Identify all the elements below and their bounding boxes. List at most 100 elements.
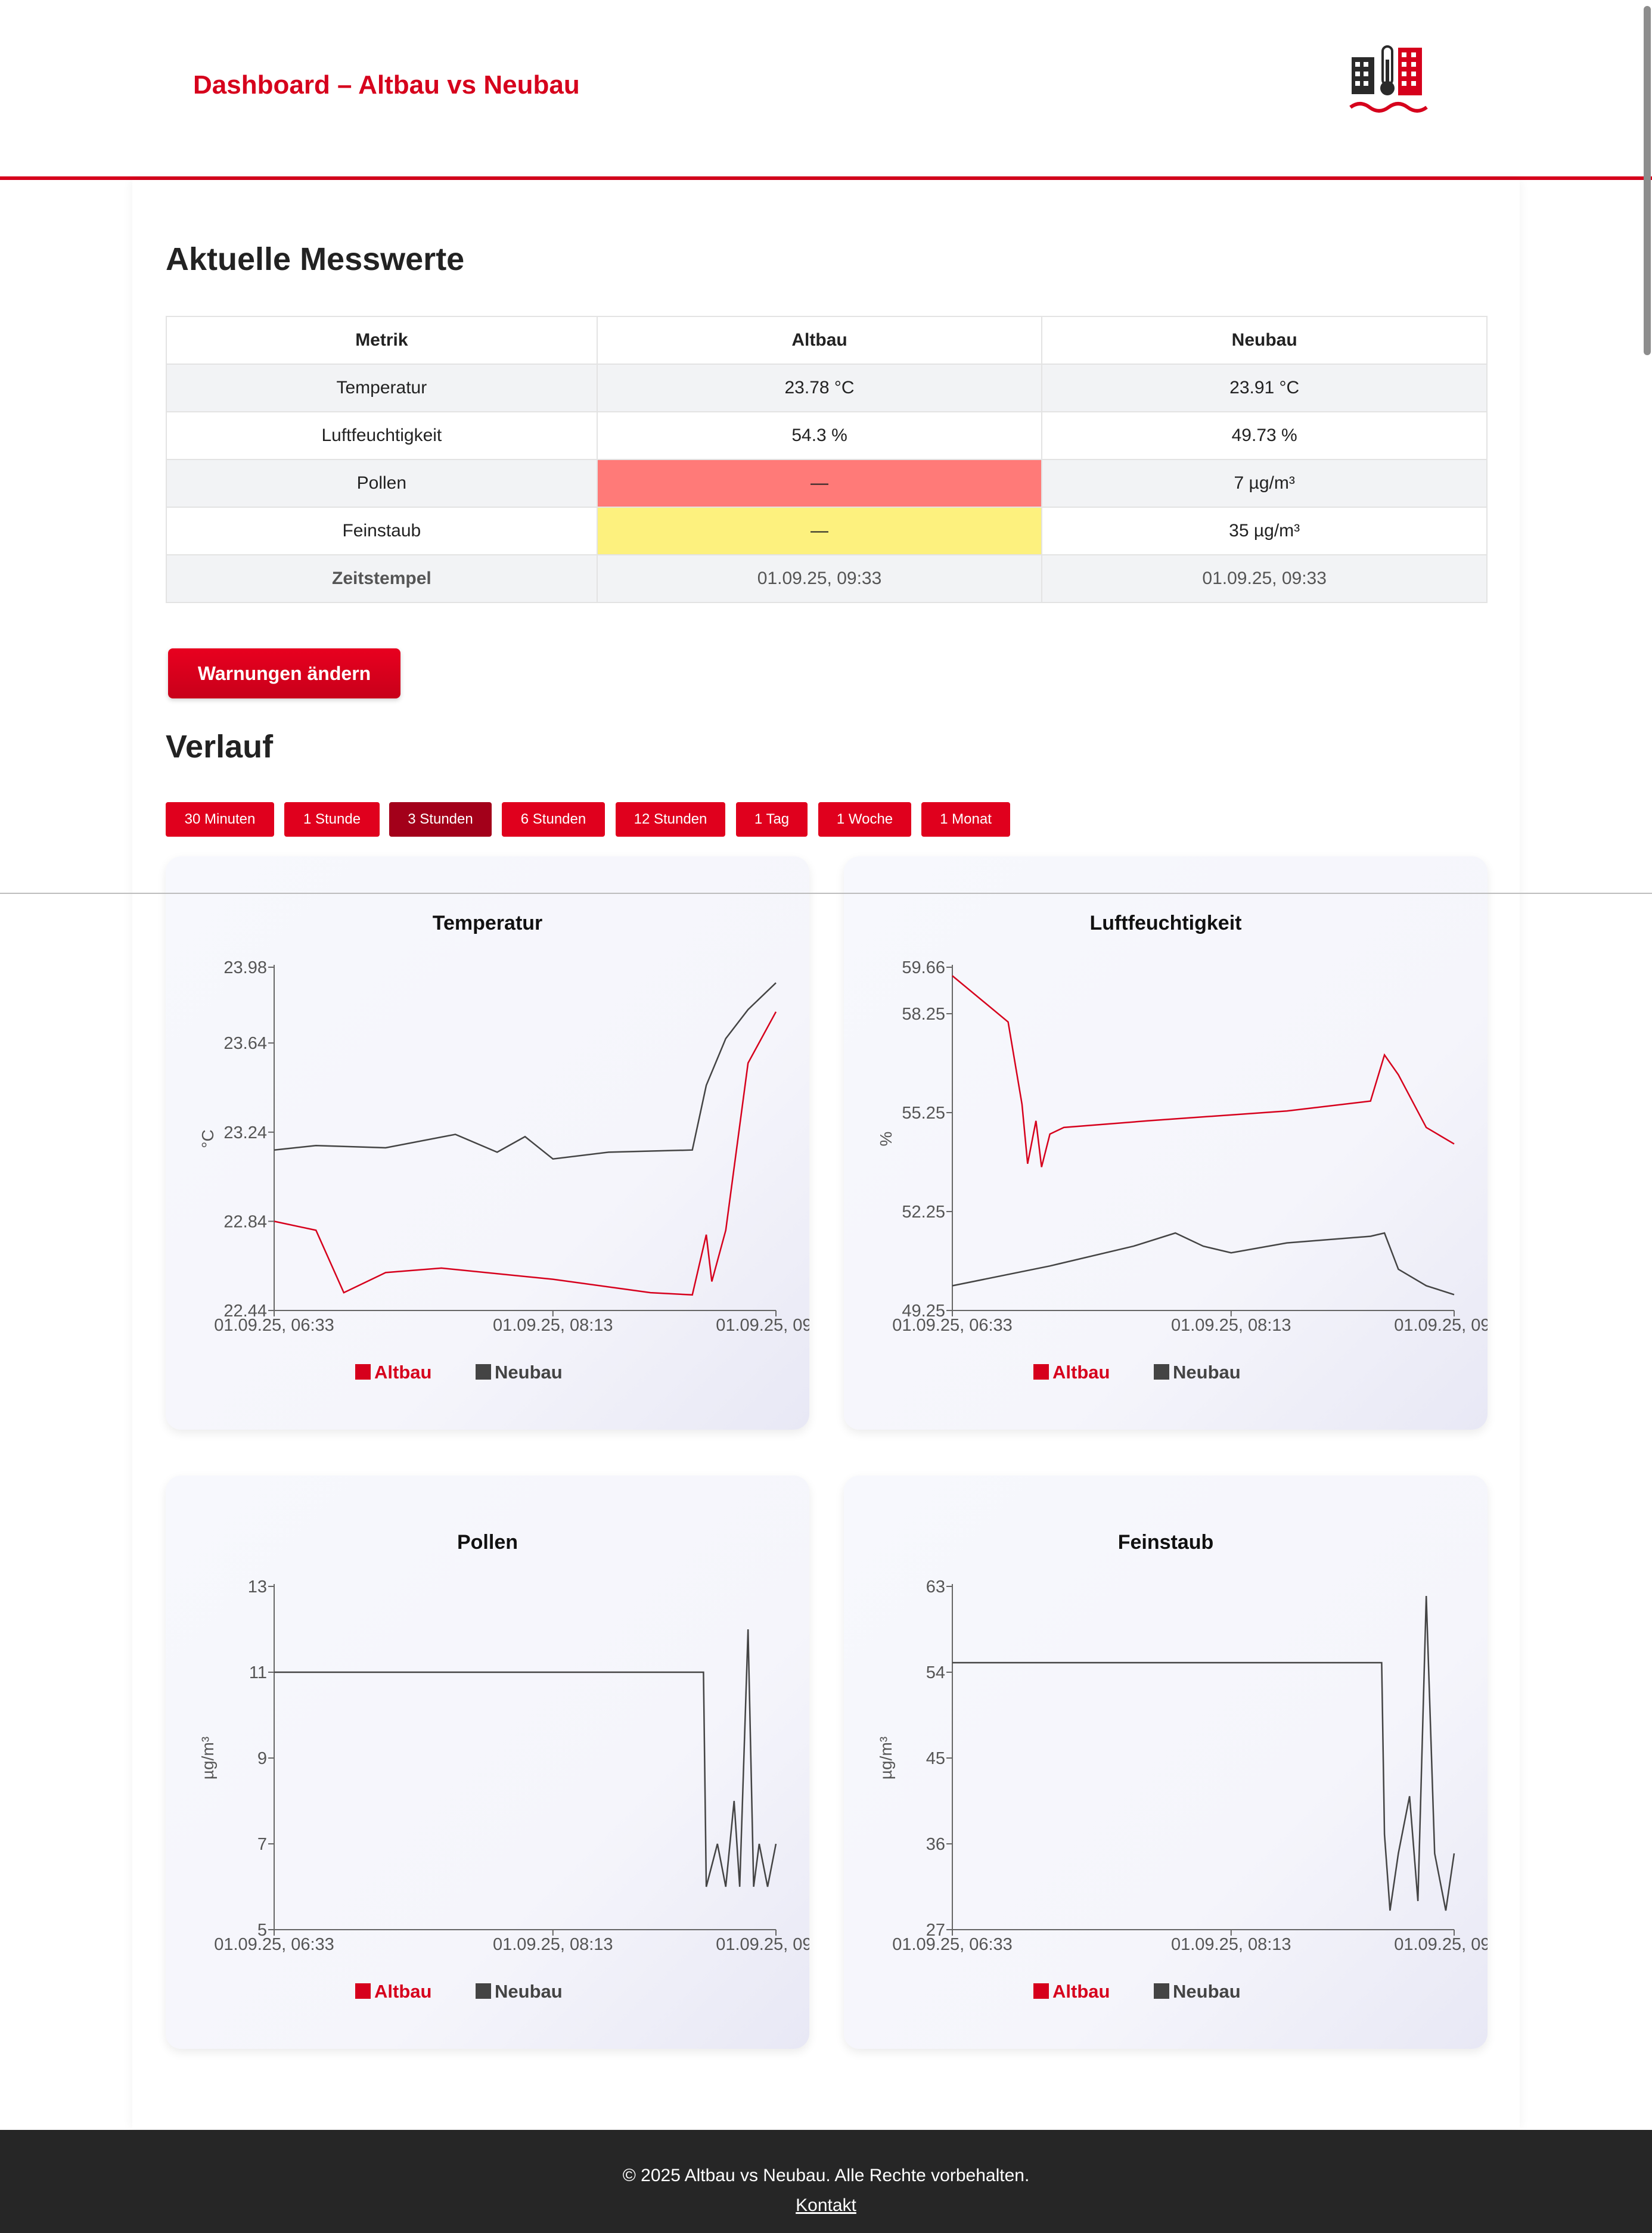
table-header-row: Metrik Altbau Neubau bbox=[166, 316, 1488, 365]
altbau-timestamp: 01.09.25, 09:33 bbox=[596, 554, 1043, 603]
range-button-1-week[interactable]: 1 Woche bbox=[818, 802, 911, 837]
neubau-timestamp: 01.09.25, 09:33 bbox=[1041, 554, 1488, 603]
history-heading: Verlauf bbox=[166, 729, 274, 765]
temperatur-chart: Temperatur22.4422.8423.2423.6423.9801.09… bbox=[198, 912, 809, 1383]
altbau-value: 54.3 % bbox=[596, 411, 1043, 460]
y-tick-label: 52.25 bbox=[902, 1203, 945, 1222]
legend-swatch-altbau bbox=[1033, 1983, 1049, 1999]
legend-label-altbau: Altbau bbox=[1052, 1362, 1110, 1383]
y-tick-label: 63 bbox=[926, 1577, 945, 1597]
scrollbar-thumb[interactable] bbox=[1644, 6, 1651, 355]
y-tick-label: 36 bbox=[926, 1835, 945, 1854]
altbau-value-warning: — bbox=[596, 459, 1043, 508]
x-tick-label: 01.09.25, 09:33 bbox=[1394, 1316, 1488, 1335]
series-line-neubau bbox=[952, 1595, 1455, 1911]
y-tick-label: 59.66 bbox=[902, 958, 945, 977]
chart-card-temperatur: Temperatur 22.44 22.84 23.24 23.64 23.98 01.09… bbox=[166, 856, 809, 1430]
contact-link[interactable]: Kontakt bbox=[796, 2195, 856, 2215]
neubau-value: 23.91 °C bbox=[1041, 364, 1488, 412]
x-tick-label: 01.09.25, 09:33 bbox=[1394, 1935, 1488, 1954]
legend-swatch-neubau bbox=[1154, 1983, 1169, 1999]
y-tick-label: 23.24 bbox=[223, 1123, 267, 1142]
metric-name: Temperatur bbox=[166, 364, 598, 412]
y-tick-label: 13 bbox=[248, 1577, 267, 1597]
x-tick-label: 01.09.25, 06:33 bbox=[214, 1935, 334, 1954]
table-row: Luftfeuchtigkeit 54.3 % 49.73 % bbox=[166, 411, 1488, 460]
legend-swatch-altbau bbox=[355, 1364, 371, 1380]
y-tick-label: 45 bbox=[926, 1749, 945, 1768]
series-line-neubau bbox=[274, 982, 777, 1160]
footer-copyright: © 2025 Altbau vs Neubau. Alle Rechte vor… bbox=[622, 2166, 1030, 2185]
legend-swatch-neubau bbox=[476, 1364, 491, 1380]
range-button-12-hours[interactable]: 12 Stunden bbox=[616, 802, 725, 837]
altbau-value: 23.78 °C bbox=[596, 364, 1043, 412]
chart-title: Luftfeuchtigkeit bbox=[1090, 912, 1242, 934]
legend-swatch-altbau bbox=[1033, 1364, 1049, 1380]
legend-swatch-neubau bbox=[1154, 1364, 1169, 1380]
range-button-30-minutes[interactable]: 30 Minuten bbox=[166, 802, 274, 837]
y-axis-label: µg/m³ bbox=[198, 1737, 217, 1779]
building-thermometer-logo-icon bbox=[1349, 45, 1428, 113]
chart-card-pollen: Pollen 5 7 9 11 13 01.09.25, 06:33 01.09.25, 08… bbox=[166, 1476, 809, 2049]
column-header: Neubau bbox=[1041, 316, 1488, 365]
chart-card-luftfeuchtigkeit: Luftfeuchtigkeit 49.25 52.25 55.25 58.25 59.6… bbox=[844, 856, 1488, 1430]
luftfeuchtigkeit-chart: Luftfeuchtigkeit49.2552.2555.2558.2559.6… bbox=[877, 912, 1488, 1383]
legend-swatch-neubau bbox=[476, 1983, 491, 1999]
y-tick-label: 55.25 bbox=[902, 1104, 945, 1123]
table-row: Feinstaub — 35 µg/m³ bbox=[166, 507, 1488, 555]
metric-name: Feinstaub bbox=[166, 507, 598, 555]
series-line-altbau bbox=[952, 975, 1455, 1167]
metric-name: Luftfeuchtigkeit bbox=[166, 411, 598, 460]
legend-label-altbau: Altbau bbox=[374, 1981, 431, 2002]
table-row: Zeitstempel 01.09.25, 09:33 01.09.25, 09… bbox=[166, 554, 1488, 603]
x-tick-label: 01.09.25, 06:33 bbox=[214, 1316, 334, 1335]
table-row: Temperatur 23.78 °C 23.91 °C bbox=[166, 364, 1488, 412]
y-axis-label: µg/m³ bbox=[877, 1737, 895, 1779]
series-line-neubau bbox=[952, 1232, 1455, 1296]
x-tick-label: 01.09.25, 06:33 bbox=[892, 1935, 1013, 1954]
y-tick-label: 54 bbox=[926, 1663, 945, 1682]
range-button-1-day[interactable]: 1 Tag bbox=[736, 802, 808, 837]
range-button-3-hours[interactable]: 3 Stunden bbox=[389, 802, 492, 837]
x-tick-label: 01.09.25, 09:33 bbox=[716, 1316, 809, 1335]
y-tick-label: 9 bbox=[257, 1749, 267, 1768]
series-line-altbau bbox=[274, 1011, 777, 1296]
x-tick-label: 01.09.25, 09:33 bbox=[716, 1935, 809, 1954]
y-axis-label: °C bbox=[198, 1129, 217, 1148]
column-header: Metrik bbox=[166, 316, 598, 365]
chart-title: Temperatur bbox=[433, 912, 543, 934]
legend-label-neubau: Neubau bbox=[1173, 1981, 1241, 2002]
y-tick-label: 23.98 bbox=[223, 958, 267, 977]
column-header: Altbau bbox=[596, 316, 1043, 365]
neubau-value: 35 µg/m³ bbox=[1041, 507, 1488, 555]
range-button-1-month[interactable]: 1 Monat bbox=[921, 802, 1010, 837]
legend-label-altbau: Altbau bbox=[374, 1362, 431, 1383]
x-tick-label: 01.09.25, 08:13 bbox=[1171, 1316, 1291, 1335]
altbau-value-warning: — bbox=[596, 507, 1043, 555]
x-tick-label: 01.09.25, 08:13 bbox=[493, 1316, 613, 1335]
chart-card-feinstaub: Feinstaub 27 36 45 54 63 01.09.25, 06:33 01.09.… bbox=[844, 1476, 1488, 2049]
neubau-value: 7 µg/m³ bbox=[1041, 459, 1488, 508]
y-tick-label: 22.84 bbox=[223, 1212, 267, 1231]
table-row: Pollen — 7 µg/m³ bbox=[166, 459, 1488, 508]
page-header: Dashboard – Altbau vs Neubau bbox=[0, 0, 1652, 180]
divider-line bbox=[0, 893, 1652, 894]
change-warnings-button[interactable]: Warnungen ändern bbox=[168, 648, 400, 698]
range-button-6-hours[interactable]: 6 Stunden bbox=[502, 802, 605, 837]
x-tick-label: 01.09.25, 08:13 bbox=[493, 1935, 613, 1954]
y-tick-label: 58.25 bbox=[902, 1005, 945, 1024]
y-tick-label: 11 bbox=[249, 1663, 267, 1682]
range-button-1-hour[interactable]: 1 Stunde bbox=[284, 802, 380, 837]
legend-label-neubau: Neubau bbox=[1173, 1362, 1241, 1383]
neubau-value: 49.73 % bbox=[1041, 411, 1488, 460]
legend-label-neubau: Neubau bbox=[495, 1981, 563, 2002]
current-values-table: Metrik Altbau Neubau Temperatur 23.78 °C… bbox=[166, 316, 1488, 603]
y-tick-label: 23.64 bbox=[223, 1034, 267, 1053]
y-axis-label: % bbox=[877, 1132, 895, 1147]
metric-name: Pollen bbox=[166, 459, 598, 508]
page-footer: © 2025 Altbau vs Neubau. Alle Rechte vor… bbox=[0, 2130, 1652, 2233]
legend-swatch-altbau bbox=[355, 1983, 371, 1999]
metric-name: Zeitstempel bbox=[166, 554, 598, 603]
y-tick-label: 7 bbox=[257, 1835, 267, 1854]
chart-title: Feinstaub bbox=[1118, 1531, 1214, 1554]
